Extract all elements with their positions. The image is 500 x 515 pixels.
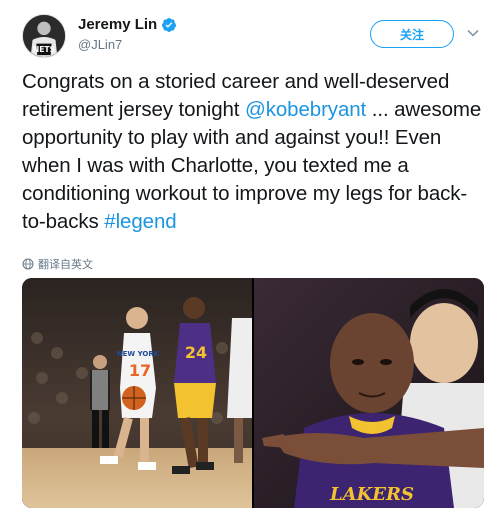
svg-text:24: 24 <box>185 343 207 362</box>
photo-game-action[interactable]: NEW YORK 17 24 <box>22 278 252 508</box>
left-jersey-text: NEW YORK <box>117 350 160 358</box>
tweet-card: NETS Jeremy Lin @JLin7 关注 Congrats on a … <box>0 0 500 515</box>
avatar[interactable]: NETS <box>22 14 66 58</box>
mention-link[interactable]: @kobebryant <box>245 98 366 121</box>
chevron-down-icon[interactable] <box>466 26 480 40</box>
svg-text:NETS: NETS <box>33 45 55 54</box>
left-jersey-number: 17 <box>129 361 151 380</box>
photo-game-action-image: NEW YORK 17 24 <box>22 278 252 508</box>
translate-label: 翻译自英文 <box>38 258 93 271</box>
media-grid: NEW YORK 17 24 LAKERS <box>22 278 484 508</box>
avatar-photo-icon: NETS <box>23 15 65 57</box>
hashtag-link[interactable]: #legend <box>104 210 176 233</box>
photo-closeup-image: LAKERS <box>254 278 484 508</box>
globe-icon <box>22 258 34 270</box>
right-jersey-text: LAKERS <box>329 484 414 505</box>
verified-badge-icon <box>162 17 177 32</box>
photo-closeup[interactable]: LAKERS <box>254 278 484 508</box>
user-handle[interactable]: @JLin7 <box>78 37 122 52</box>
translate-button[interactable]: 翻译自英文 <box>22 256 93 272</box>
tweet-text: Congrats on a storied career and well-de… <box>22 68 490 236</box>
follow-button[interactable]: 关注 <box>370 20 454 48</box>
user-name-text: Jeremy Lin <box>78 16 158 33</box>
user-name[interactable]: Jeremy Lin <box>78 16 177 33</box>
